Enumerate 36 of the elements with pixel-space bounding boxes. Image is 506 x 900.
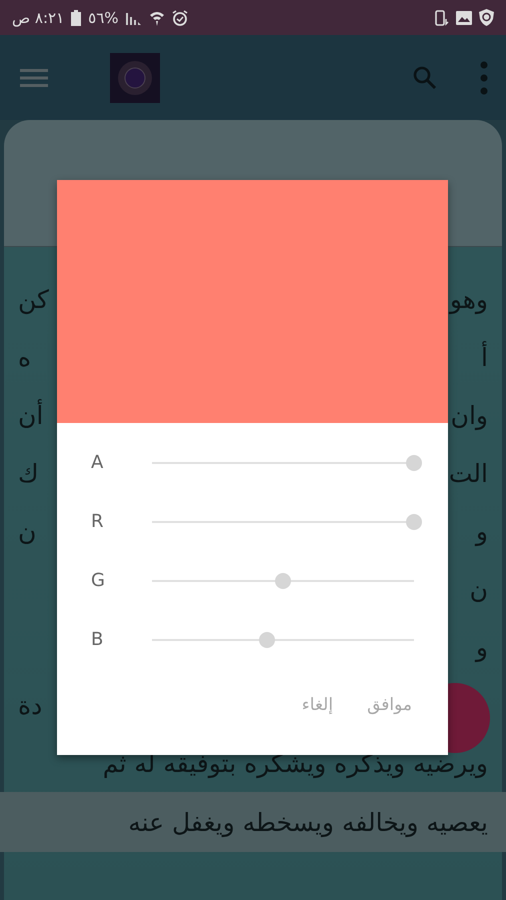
menu-icon[interactable] [20, 68, 48, 88]
alarm-icon [172, 10, 188, 26]
slider-thumb[interactable] [259, 632, 276, 648]
article-text: و [476, 632, 488, 662]
signal-icon [126, 10, 142, 24]
slider-thumb[interactable] [406, 514, 422, 530]
article-text: دة [18, 690, 42, 720]
shield-icon [479, 9, 494, 26]
article-text: ويرضيه ويذكره ويشكره بتوفيقه له ثم [102, 748, 488, 778]
article-text: أ [481, 342, 488, 372]
article-text: ك [18, 458, 39, 488]
article-text: وان [450, 400, 488, 430]
more-options-icon[interactable] [480, 60, 488, 94]
article-text: ن [470, 574, 488, 604]
channel-label: B [91, 629, 104, 650]
channel-label: A [91, 452, 104, 473]
article-text: ن [18, 516, 36, 546]
battery-icon [71, 10, 82, 26]
article-text: ه [18, 342, 32, 372]
article-text: الت [448, 458, 488, 488]
phone-icon [435, 10, 449, 26]
battery-text: %٥٦ [88, 8, 119, 26]
channel-label: G [91, 570, 106, 591]
article-text: وهو [450, 284, 488, 314]
slider-thumb[interactable] [406, 454, 422, 470]
image-icon [456, 10, 472, 24]
ring-logo-icon [110, 52, 160, 102]
clock-text: ٨:٢١ ص [12, 8, 64, 26]
article-text: يعصيه ويخالفه ويسخطه ويغفل عنه [128, 808, 488, 836]
article-text: أن [18, 400, 44, 430]
channel-label: R [91, 511, 105, 532]
wifi-icon [148, 10, 165, 26]
article-text: و [476, 516, 488, 546]
slider-thumb[interactable] [275, 572, 291, 588]
search-icon[interactable] [412, 64, 438, 90]
article-text: كن [18, 284, 49, 314]
